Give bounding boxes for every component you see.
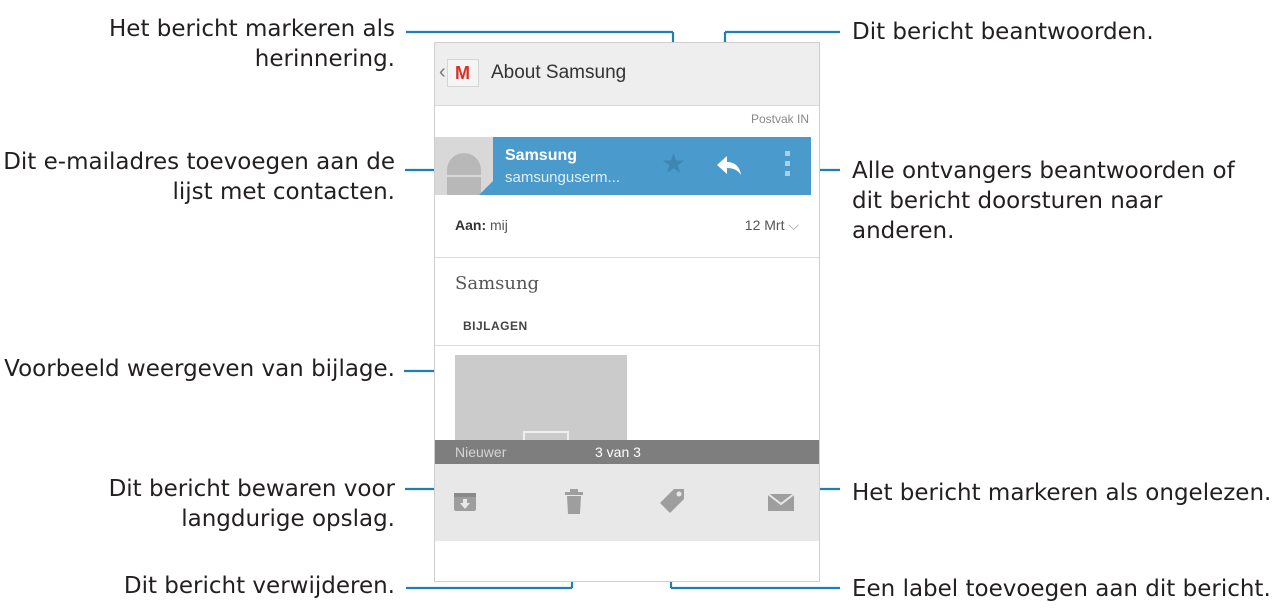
reply-icon[interactable] [711, 147, 747, 183]
newer-button[interactable]: Nieuwer [455, 444, 506, 460]
message-subject: Samsung [455, 273, 540, 294]
callout-add-contact: Dit e-mailadres toevoegen aan de lijst m… [3, 149, 395, 205]
back-icon[interactable]: ‹ [439, 61, 446, 84]
label-icon[interactable] [652, 482, 692, 522]
recipient-row[interactable]: Aan: mij 12 Mrt ⌵ [435, 195, 819, 258]
recipient-value: mij [490, 217, 508, 233]
callout-reply-all-forward: Alle ontvangers beantwoorden of dit beri… [852, 158, 1235, 244]
folder-label[interactable]: Postvak IN [751, 112, 809, 126]
trash-icon[interactable] [554, 482, 594, 522]
callout-mark-unread: Het bericht markeren als ongelezen. [852, 480, 1272, 506]
message-position: 3 van 3 [595, 444, 641, 460]
app-bar-title: About Samsung [491, 62, 627, 83]
sender-name: Samsung [505, 147, 578, 164]
callout-mark-reminder: Het bericht markeren als herinnering. [109, 16, 395, 72]
overflow-menu-icon[interactable] [785, 151, 791, 181]
callout-delete: Dit bericht verwijderen. [123, 573, 395, 599]
callout-archive: Dit bericht bewaren voor langdurige opsl… [108, 476, 395, 532]
divider [435, 345, 819, 346]
archive-icon[interactable] [445, 482, 485, 522]
callout-preview-attachment: Voorbeeld weergeven van bijlage. [4, 356, 395, 382]
email-screen: ‹ M About Samsung Postvak IN Samsung sam… [434, 42, 820, 582]
message-date: 12 Mrt ⌵ [745, 217, 799, 234]
date-text: 12 Mrt [744, 217, 785, 233]
action-bar [435, 464, 819, 541]
attachments-label: BIJLAGEN [463, 319, 528, 333]
app-bar: ‹ M About Samsung [435, 43, 819, 106]
star-icon[interactable]: ★ [661, 147, 686, 181]
sender-address: samsunguserm... [505, 169, 621, 186]
recipient-label: Aan: [455, 217, 487, 233]
gmail-logo-icon[interactable]: M [447, 59, 479, 87]
sender-header: Samsung samsunguserm... ★ [435, 137, 811, 195]
message-navigation-bar: Nieuwer 3 van 3 [435, 440, 819, 464]
sender-avatar[interactable] [435, 137, 493, 195]
recipient-text: Aan: mij [455, 217, 508, 233]
mail-unread-icon[interactable] [761, 482, 801, 522]
callout-reply: Dit bericht beantwoorden. [852, 19, 1154, 45]
callout-add-label: Een label toevoegen aan dit bericht. [852, 576, 1271, 602]
chevron-down-icon[interactable]: ⌵ [788, 217, 799, 233]
